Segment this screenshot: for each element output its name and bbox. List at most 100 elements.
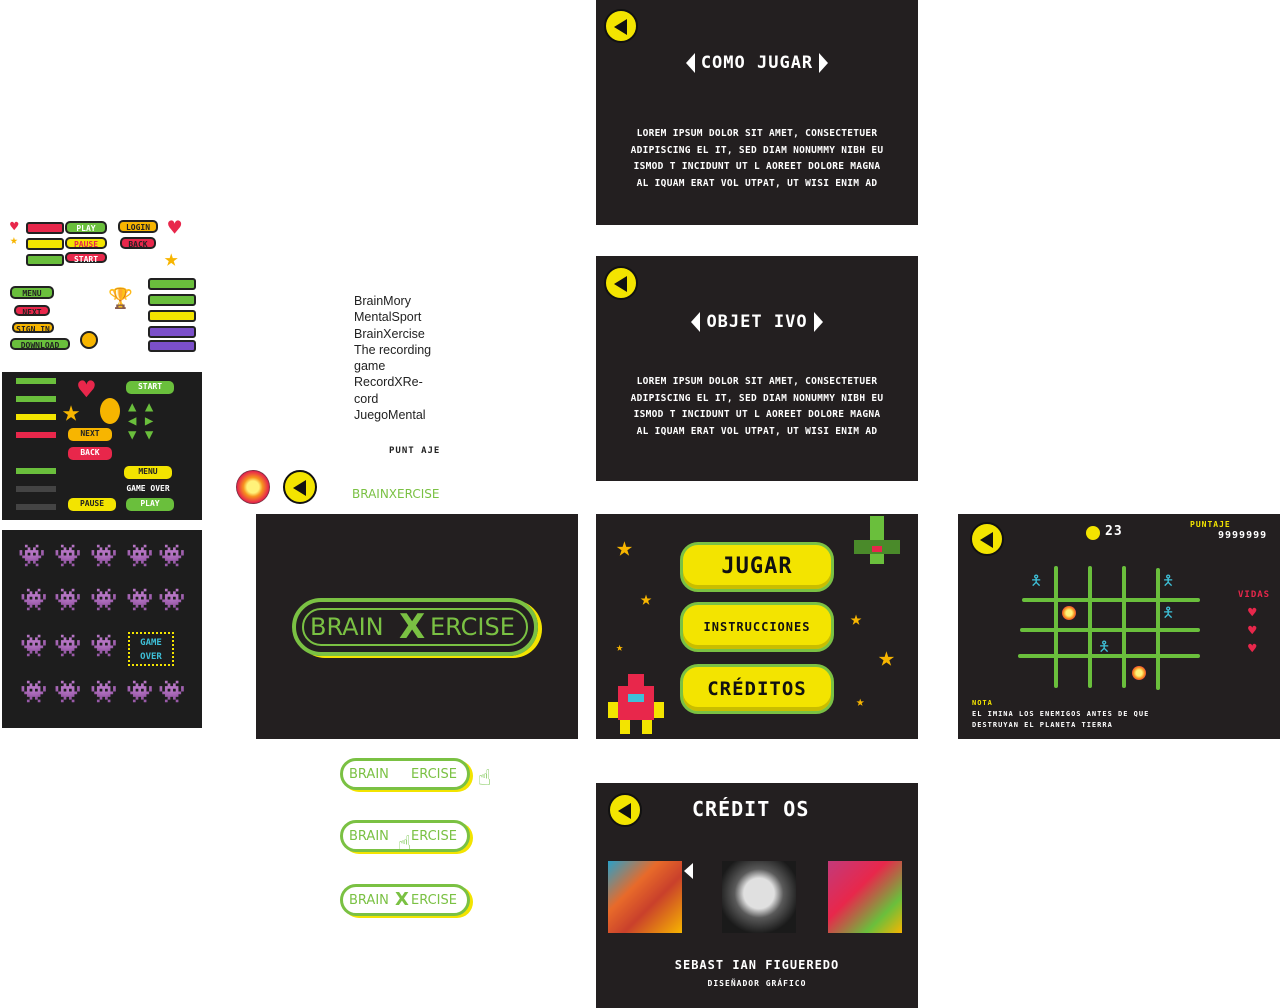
score-value: 9999999	[1218, 530, 1268, 541]
explosion-icon	[1062, 606, 1076, 620]
sheet-pause-button: PAUSE	[65, 237, 107, 249]
monster-icon: 👾	[158, 544, 186, 569]
sheet-back-button: BACK	[120, 237, 156, 249]
monster-icon: 👾	[126, 544, 154, 569]
game-screen: 23 PUNTAJE 9999999 VIDAS ♥ ♥ ♥ 🯅 🯅 🯅 🯅 N…	[958, 514, 1280, 739]
star-icon: ★	[856, 694, 865, 710]
sheet-download-button: DOWNLOAD	[10, 338, 70, 350]
monster-icon: 👾	[20, 634, 48, 659]
monster-icon: 👾	[54, 544, 82, 569]
name-option: MentalSport	[354, 310, 422, 325]
monster-icon: 👾	[54, 680, 82, 705]
menu-screen: ★ ★ ★ ★ ★ ★ JUGAR INSTRUCCIONES CRÉDITOS	[596, 514, 918, 739]
back-button[interactable]	[604, 9, 638, 43]
objective-body: LOREM IPSUM DOLOR SIT AMET, CONSECTETUER…	[630, 376, 884, 437]
star-icon: ★	[164, 244, 179, 272]
name-option: The recording	[354, 342, 432, 357]
dark-start-button: START	[126, 381, 174, 394]
logo-variant-left: BRAIN	[349, 767, 389, 782]
monster-icon: 👾	[90, 544, 118, 569]
back-button[interactable]	[970, 522, 1004, 556]
enemy-alien-icon: 🯅	[1030, 573, 1043, 589]
star-icon: ★	[10, 233, 18, 248]
monster-icon: 👾	[90, 634, 118, 659]
dark-next-button: NEXT	[68, 428, 112, 441]
back-button[interactable]	[608, 793, 642, 827]
puntaje-label: PUNT AJE	[389, 446, 441, 456]
instructions-button[interactable]: INSTRUCCIONES	[680, 602, 834, 652]
brainxercise-label: BRAINXERCISE	[352, 487, 440, 501]
name-option: RecordXRe-	[354, 375, 423, 390]
hand-cursor-icon: ☝	[478, 766, 492, 791]
logo-variant-final[interactable]: BRAIN X ERCISE	[340, 884, 470, 916]
sheet-login-button: LOGIN	[118, 220, 158, 233]
arrow-right-icon[interactable]	[813, 312, 823, 332]
arrow-right-icon[interactable]	[819, 53, 829, 73]
arrow-left-icon[interactable]	[684, 863, 693, 879]
monster-icon: 👾	[20, 680, 48, 705]
credits-screen: CRÉDIT OS SEBAST IAN FIGUEREDO DISEÑADOR…	[596, 783, 918, 1008]
avatar[interactable]	[722, 861, 796, 933]
logo-left-text: BRAIN	[310, 613, 384, 641]
name-option: BrainMory	[354, 294, 411, 308]
hand-cursor-icon: ☝	[398, 832, 412, 857]
logo-pill[interactable]: BRAIN X ERCISE	[292, 598, 538, 656]
spaceship-icon	[852, 516, 902, 574]
monster-icon: 👾	[126, 588, 154, 613]
star-icon: ★	[62, 394, 81, 429]
logo-right-text: ERCISE	[430, 613, 515, 641]
sheet-menu-button: MENU	[10, 286, 54, 299]
logo-screen: BRAIN X ERCISE	[256, 514, 578, 739]
monster-icon: 👾	[54, 588, 82, 613]
arrow-left-icon[interactable]	[691, 312, 701, 332]
back-icon[interactable]	[283, 470, 317, 504]
logo-variant-hover[interactable]: BRAIN ERCISE	[340, 758, 470, 790]
monster-icon: 👾	[90, 680, 118, 705]
star-icon: ★	[616, 530, 633, 563]
logo-x-icon: X	[395, 889, 409, 910]
play-button[interactable]: JUGAR	[680, 542, 834, 592]
name-option: JuegoMental	[354, 408, 426, 423]
logo-variant-right: ERCISE	[411, 767, 457, 782]
dark-pause-button: PAUSE	[68, 498, 116, 511]
dark-play-button: PLAY	[126, 498, 174, 511]
person-name: SEBAST IAN FIGUEREDO	[674, 958, 840, 972]
avatar[interactable]	[828, 861, 902, 933]
avatar[interactable]	[608, 861, 682, 933]
how-to-play-screen: COMO JUGAR LOREM IPSUM DOLOR SIT AMET, C…	[596, 0, 918, 225]
note-label: NOTA	[972, 699, 993, 707]
logo-variant-left: BRAIN	[349, 829, 389, 844]
life-heart-icon: ♥	[1248, 605, 1257, 621]
monster-icon: 👾	[126, 680, 154, 705]
objective-screen: OBJET IVO LOREM IPSUM DOLOR SIT AMET, CO…	[596, 256, 918, 481]
heart-icon: ♥	[168, 216, 182, 241]
sheet-start-button: START	[65, 252, 107, 264]
objective-title: OBJET IVO	[596, 312, 918, 332]
star-icon: ★	[850, 606, 863, 630]
logo-variant-left: BRAIN	[349, 893, 389, 908]
coin-count: 23	[1105, 524, 1123, 539]
score-label: PUNTAJE	[1190, 520, 1231, 529]
monster-sprite-sheet: 👾 👾 👾 👾 👾 👾 👾 👾 👾 👾 👾 👾 👾 GAME OVER 👾 👾 …	[2, 530, 202, 728]
star-icon: ★	[616, 640, 624, 654]
credits-button[interactable]: CRÉDITOS	[680, 664, 834, 714]
life-heart-icon: ♥	[1248, 641, 1257, 657]
monster-icon: 👾	[20, 588, 48, 613]
sheet-signin-button: SIGN IN	[12, 322, 54, 334]
name-option: cord	[354, 391, 379, 406]
explosion-icon	[236, 470, 270, 504]
arrow-left-icon[interactable]	[685, 53, 695, 73]
enemy-alien-icon: 🯅	[1162, 573, 1175, 589]
back-button[interactable]	[604, 266, 638, 300]
lives-label: VIDAS	[1238, 590, 1271, 600]
heart-icon: ♥	[78, 373, 95, 406]
logo-x-icon: X	[399, 607, 426, 647]
how-to-play-body: LOREM IPSUM DOLOR SIT AMET, CONSECTETUER…	[630, 128, 884, 189]
star-icon: ★	[640, 586, 653, 610]
name-options-list: BrainMory MentalSport BrainXercise The r…	[354, 293, 474, 423]
ui-kit-sheet: ♥ ★ PLAY LOGIN ♥ PAUSE BACK START ★ MENU…	[8, 216, 198, 354]
dark-ui-kit-sheet: ♥ ★ START NEXT BACK MENU GAME OVER PAUSE…	[2, 372, 202, 520]
monster-icon: 👾	[158, 588, 186, 613]
trophy-icon: 🏆	[108, 286, 133, 310]
dark-back-button: BACK	[68, 447, 112, 460]
